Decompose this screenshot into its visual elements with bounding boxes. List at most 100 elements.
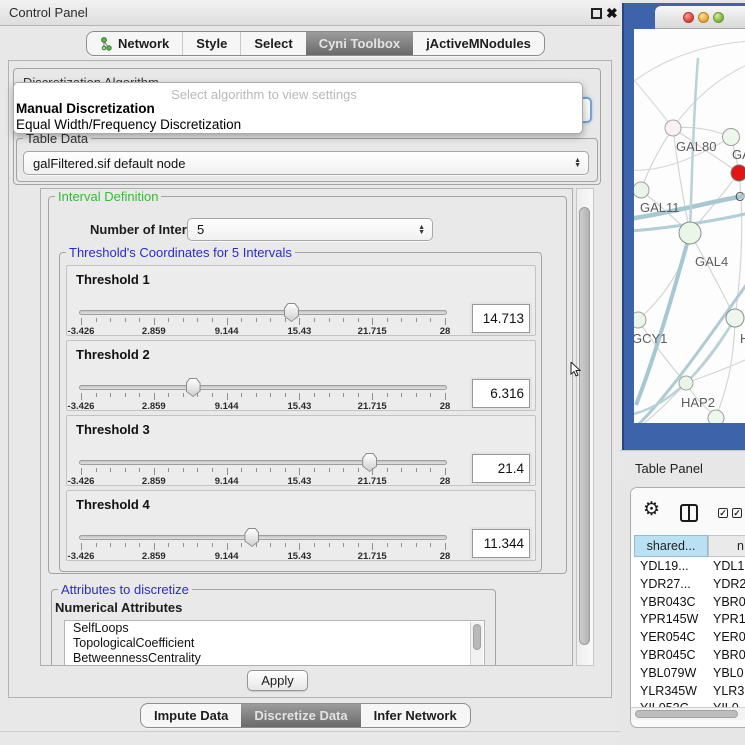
dropdown-option-manual-discretization[interactable]: Manual Discretization	[16, 101, 576, 116]
tab-impute-data[interactable]: Impute Data	[141, 704, 241, 727]
threshold-value-field[interactable]	[472, 529, 530, 558]
algorithm-dropdown-popup: Select algorithm to view settings Manual…	[13, 82, 583, 134]
slider-track[interactable]	[79, 460, 447, 465]
slider-tick	[139, 468, 140, 472]
threshold-slider[interactable]: -3.4262.8599.14415.4321.71528	[67, 377, 459, 412]
table-row[interactable]: YDL19...YDL1	[631, 558, 745, 576]
slider-tick	[329, 318, 330, 322]
node-gcy1[interactable]	[634, 312, 646, 328]
slider-tick	[168, 543, 169, 547]
table-row[interactable]: YBR045CYBR0	[631, 647, 745, 665]
checkbox-icon[interactable]: ✓	[732, 508, 742, 518]
float-window-icon[interactable]	[591, 8, 602, 19]
slider-tick-label: 9.144	[215, 551, 239, 562]
slider-tick	[110, 543, 111, 547]
slider-tick	[445, 468, 446, 475]
network-canvas[interactable]: GAL80 GA C GAL11 GAL4 GCY1 H HAP2	[634, 29, 745, 423]
minimize-traffic-light-icon[interactable]	[698, 12, 709, 23]
table-row[interactable]: YBL079WYBL0	[631, 665, 745, 683]
slider-tick-label: 9.144	[215, 476, 239, 487]
dropdown-option-equal-width-frequency[interactable]: Equal Width/Frequency Discretization	[16, 117, 576, 132]
node-h[interactable]	[726, 309, 744, 327]
threshold-label: Threshold 2	[76, 347, 150, 362]
node-gal80[interactable]	[665, 120, 681, 136]
slider-tick-labels: -3.4262.8599.14415.4321.71528	[67, 476, 459, 487]
table-row[interactable]: YLR345WYLR3	[631, 683, 745, 701]
tab-label: Style	[196, 36, 227, 51]
table-row[interactable]: YBR043CYBR0	[631, 594, 745, 612]
slider-tick-label: 21.715	[358, 401, 387, 412]
cell: YIL052C	[640, 700, 689, 707]
column-split-icon[interactable]	[680, 504, 698, 522]
table-horizontal-scrollbar[interactable]	[631, 707, 745, 720]
table-scrollbar-thumb[interactable]	[635, 710, 738, 718]
table-row[interactable]: YIL052CYIL0	[631, 700, 745, 707]
close-icon[interactable]: ✖	[606, 4, 618, 22]
list-scrollbar-thumb[interactable]	[473, 624, 481, 650]
cell: YDL19...	[640, 558, 689, 576]
table-row[interactable]: YER054CYER0	[631, 629, 745, 647]
slider-tick	[387, 318, 388, 322]
slider-tick	[270, 393, 271, 397]
threshold-value-field[interactable]	[472, 454, 530, 483]
table-data-combobox[interactable]: galFiltered.sif default node ▲▼	[23, 151, 589, 175]
node-gal4[interactable]	[679, 222, 701, 244]
checkbox-icon[interactable]: ✓	[718, 508, 728, 518]
slider-track[interactable]	[79, 385, 447, 390]
tab-network[interactable]: Network	[87, 32, 182, 55]
slider-tick	[197, 543, 198, 547]
threshold-slider[interactable]: -3.4262.8599.14415.4321.71528	[67, 527, 459, 562]
threshold-value-field[interactable]	[472, 304, 530, 333]
combo-arrows-icon: ▲▼	[574, 158, 581, 168]
zoom-traffic-light-icon[interactable]	[713, 12, 724, 23]
table-header-row: shared... n	[631, 535, 745, 557]
numerical-attributes-list[interactable]: SelfLoops TopologicalCoefficient Between…	[64, 620, 485, 666]
tab-cyni-toolbox[interactable]: Cyni Toolbox	[306, 32, 413, 55]
slider-track[interactable]	[79, 310, 447, 315]
node-gal11[interactable]	[634, 182, 649, 198]
list-item[interactable]: BetweennessCentrality	[65, 651, 484, 666]
gear-icon[interactable]: ⚙	[643, 500, 660, 519]
list-scrollbar[interactable]	[470, 622, 483, 666]
slider-tick	[430, 468, 431, 472]
list-item[interactable]: SelfLoops	[65, 621, 484, 636]
slider-tick	[96, 393, 97, 397]
slider-tick	[154, 543, 155, 550]
tab-label: jActiveMNodules	[426, 36, 531, 51]
table-panel-header: Table Panel	[620, 450, 745, 486]
slider-tick-label: -3.426	[68, 326, 95, 337]
network-window-titlebar[interactable]	[655, 6, 745, 29]
node-red-selected[interactable]	[731, 165, 745, 181]
node-hap2[interactable]	[679, 376, 693, 390]
threshold-slider[interactable]: -3.4262.8599.14415.4321.71528	[67, 302, 459, 337]
slider-tick	[343, 543, 344, 547]
threshold-slider[interactable]: -3.4262.8599.14415.4321.71528	[67, 452, 459, 487]
table-row[interactable]: YPR145WYPR1	[631, 611, 745, 629]
slider-tick	[168, 393, 169, 397]
slider-tick	[241, 468, 242, 472]
table-row[interactable]: YDR27...YDR2	[631, 576, 745, 594]
cell: YLR345W	[640, 683, 697, 701]
tab-style[interactable]: Style	[182, 32, 240, 55]
settings-scrollbar[interactable]	[576, 188, 594, 666]
close-traffic-light-icon[interactable]	[683, 12, 694, 23]
threshold-value-field[interactable]	[472, 379, 530, 408]
control-panel-tabbar: Network Style Select Cyni Toolbox jActiv…	[86, 31, 545, 56]
tab-select[interactable]: Select	[240, 32, 305, 55]
tab-infer-network[interactable]: Infer Network	[361, 704, 470, 727]
node-ga[interactable]	[723, 129, 740, 146]
tab-jactivemnodules[interactable]: jActiveMNodules	[413, 32, 544, 55]
slider-tick-label: 2.859	[142, 326, 166, 337]
tab-discretize-data[interactable]: Discretize Data	[241, 704, 360, 727]
list-item[interactable]: TopologicalCoefficient	[65, 636, 484, 651]
slider-tick	[81, 393, 82, 400]
num-intervals-combobox[interactable]: 5 ▲▼	[187, 218, 433, 241]
column-header-shared[interactable]: shared...	[634, 535, 708, 557]
node-bottom[interactable]	[708, 410, 724, 423]
group-title: Threshold's Coordinates for 5 Intervals	[66, 245, 295, 260]
slider-tick-label: -3.426	[68, 551, 95, 562]
settings-scrollbar-thumb[interactable]	[579, 207, 590, 645]
apply-button[interactable]: Apply	[247, 670, 308, 691]
column-header-name[interactable]: n	[708, 535, 745, 557]
slider-track[interactable]	[79, 535, 447, 540]
